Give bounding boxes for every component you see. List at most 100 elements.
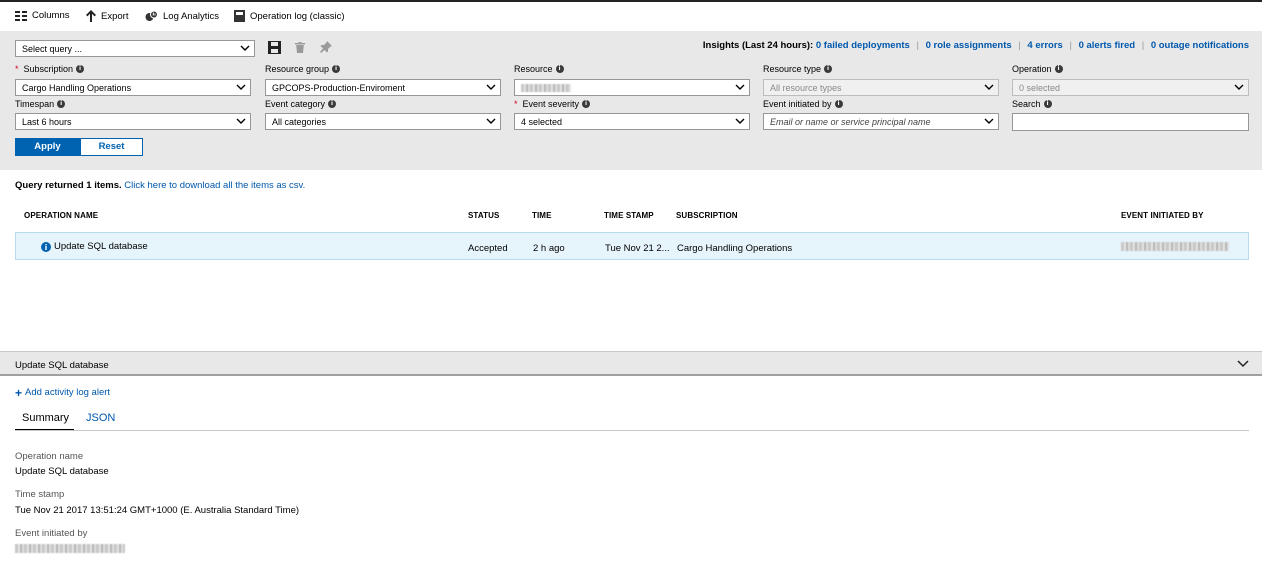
event-category-value: All categories — [272, 117, 327, 127]
alerts-fired-link[interactable]: 0 alerts fired — [1079, 40, 1136, 51]
log-analytics-icon — [145, 10, 158, 21]
info-icon: i — [834, 100, 843, 108]
info-icon: i — [332, 65, 341, 73]
add-alert-link[interactable]: + Add activity log alert — [15, 387, 110, 399]
detail-panel-header[interactable]: Update SQL database — [0, 351, 1262, 376]
tab-json[interactable]: JSON — [86, 412, 115, 429]
event-initiated-by-detail-label: Event initiated by — [15, 528, 88, 539]
subscription-label-text: Subscription — [23, 64, 74, 74]
resource-type-dropdown[interactable]: All resource types — [763, 79, 999, 96]
subscription-dropdown[interactable]: Cargo Handling Operations — [15, 79, 251, 96]
info-circle-icon — [41, 242, 51, 255]
command-bar: Columns Export Log Analytics Operation l… — [0, 0, 1262, 31]
role-assignments-link[interactable]: 0 role assignments — [926, 40, 1012, 51]
chevron-down-icon — [735, 84, 745, 90]
insights-separator: | — [916, 40, 919, 51]
insights-separator: | — [1018, 40, 1021, 51]
timespan-label-text: Timespan — [15, 99, 55, 109]
event-initiated-by-label: Event initiated by i — [763, 99, 843, 109]
search-input[interactable] — [1012, 113, 1249, 131]
export-button[interactable]: Export — [86, 10, 128, 22]
operation-dropdown[interactable]: 0 selected — [1012, 79, 1249, 96]
resource-type-label: Resource type i — [763, 64, 833, 74]
timespan-value: Last 6 hours — [22, 117, 72, 127]
subscription-label: * Subscription i — [15, 64, 85, 74]
chevron-down-icon — [984, 118, 994, 124]
event-initiated-by-redacted — [15, 544, 125, 553]
subscription-value: Cargo Handling Operations — [22, 83, 132, 93]
event-initiated-by-label-text: Event initiated by — [763, 99, 832, 109]
operation-name-label: Operation name — [15, 451, 84, 462]
event-severity-value: 4 selected — [521, 117, 563, 127]
chevron-down-icon — [486, 84, 496, 90]
table-row[interactable]: Update SQL database Accepted 2 h ago Tue… — [15, 232, 1249, 260]
timespan-dropdown[interactable]: Last 6 hours — [15, 113, 251, 130]
failed-deployments-link[interactable]: 0 failed deployments — [816, 40, 910, 51]
search-label-text: Search — [1012, 99, 1041, 109]
tabs-divider — [15, 430, 1249, 431]
save-icon[interactable] — [268, 41, 281, 54]
select-query-dropdown[interactable]: Select query ... — [15, 40, 255, 57]
event-initiated-by-placeholder: Email or name or service principal name — [770, 117, 931, 127]
pin-icon[interactable] — [320, 41, 332, 53]
row-status: Accepted — [468, 243, 508, 254]
resource-group-label: Resource group i — [265, 64, 341, 74]
event-initiated-by-dropdown[interactable]: Email or name or service principal name — [763, 113, 999, 130]
resource-type-label-text: Resource type — [763, 64, 822, 74]
operation-value: 0 selected — [1019, 83, 1061, 93]
info-icon: i — [555, 65, 564, 73]
event-category-dropdown[interactable]: All categories — [265, 113, 501, 130]
outage-notifications-link[interactable]: 0 outage notifications — [1151, 40, 1249, 51]
header-subscription[interactable]: SUBSCRIPTION — [676, 211, 738, 220]
time-stamp-value: Tue Nov 21 2017 13:51:24 GMT+1000 (E. Au… — [15, 505, 300, 516]
event-severity-label-text: Event severity — [522, 99, 580, 109]
operation-label-text: Operation — [1012, 64, 1052, 74]
row-operation-name[interactable]: Update SQL database — [54, 241, 148, 252]
required-marker: * — [15, 64, 19, 74]
redacted-resource — [521, 84, 571, 92]
info-icon: i — [76, 65, 85, 73]
resource-group-dropdown[interactable]: GPCOPS-Production-Enviroment — [265, 79, 501, 96]
results-summary: Query returned 1 items. Click here to do… — [15, 180, 305, 191]
row-time-stamp: Tue Nov 21 2... — [605, 243, 670, 254]
operation-log-button[interactable]: Operation log (classic) — [234, 10, 345, 22]
time-stamp-label: Time stamp — [15, 489, 65, 500]
resource-dropdown[interactable] — [514, 79, 750, 96]
export-label: Export — [101, 10, 129, 22]
header-time[interactable]: TIME — [532, 211, 552, 220]
header-status[interactable]: STATUS — [468, 211, 499, 220]
apply-button[interactable]: Apply — [15, 138, 80, 156]
errors-link[interactable]: 4 errors — [1027, 40, 1062, 51]
info-icon: i — [824, 65, 833, 73]
resource-group-label-text: Resource group — [265, 64, 330, 74]
info-icon: i — [328, 100, 337, 108]
row-time: 2 h ago — [533, 243, 565, 254]
event-severity-label: * Event severity i — [514, 99, 591, 109]
columns-button[interactable]: Columns — [15, 10, 70, 21]
download-csv-link[interactable]: Click here to download all the items as … — [124, 180, 305, 191]
insights-separator: | — [1141, 40, 1145, 51]
insights-separator: | — [1069, 40, 1072, 51]
operation-log-label: Operation log (classic) — [250, 10, 345, 22]
reset-button[interactable]: Reset — [80, 138, 143, 156]
log-analytics-button[interactable]: Log Analytics — [145, 10, 219, 22]
insights-bar: Insights (Last 24 hours): 0 failed deplo… — [703, 40, 1249, 51]
info-icon: i — [1043, 100, 1052, 108]
event-category-label: Event category i — [265, 99, 337, 109]
header-event-initiated-by[interactable]: EVENT INITIATED BY — [1121, 211, 1204, 220]
chevron-down-icon — [486, 118, 496, 124]
operation-label: Operation i — [1012, 64, 1063, 74]
header-operation-name[interactable]: OPERATION NAME — [24, 211, 98, 220]
timespan-label: Timespan i — [15, 99, 66, 109]
chevron-down-icon — [984, 84, 994, 90]
event-severity-dropdown[interactable]: 4 selected — [514, 113, 750, 130]
chevron-down-icon[interactable] — [1237, 359, 1249, 369]
log-analytics-label: Log Analytics — [163, 10, 219, 22]
header-time-stamp[interactable]: TIME STAMP — [604, 211, 654, 220]
resource-label: Resource i — [514, 64, 564, 74]
search-label: Search i — [1012, 99, 1052, 109]
delete-icon[interactable] — [295, 42, 305, 53]
detail-panel-title: Update SQL database — [15, 360, 109, 371]
columns-icon — [15, 10, 27, 21]
tab-summary[interactable]: Summary — [15, 412, 75, 431]
